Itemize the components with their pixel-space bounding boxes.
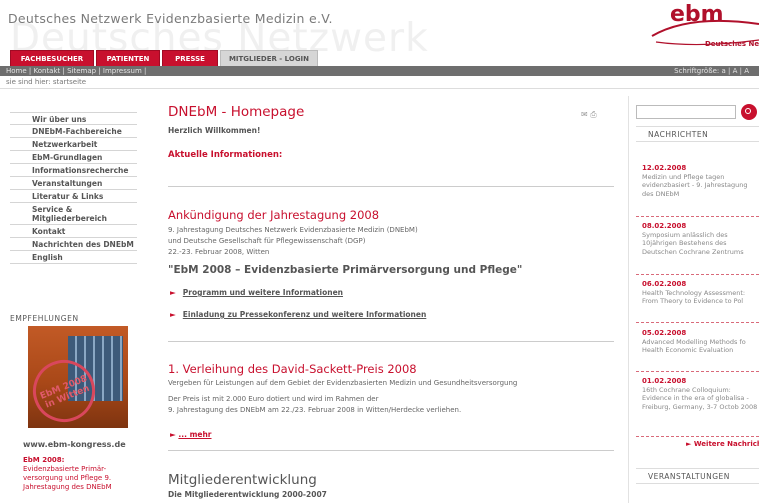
section-divider [168,450,614,451]
jahrestagung-motto: "EbM 2008 – Evidenzbasierte Primärversor… [168,264,523,276]
arrow-right-icon: ► [686,440,692,448]
news-text: 16th Cochrane Colloquium: Evidence in th… [642,385,758,411]
email-icon[interactable]: ✉ [581,110,588,119]
sidebar-item-recherche[interactable]: Informationsrecherche [10,164,137,177]
print-icon[interactable]: ⎙ [590,110,596,119]
pressekonferenz-link-label: Einladung zu Pressekonferenz und weitere… [182,310,427,319]
search-input[interactable] [636,105,736,119]
mehr-link[interactable]: ► ... mehr [170,430,212,439]
tab-patienten[interactable]: PATIENTEN [96,50,160,66]
mehr-link-label: ... mehr [178,430,212,439]
news-text: Medizin und Pflege tagen evidenzbasiert … [642,172,748,198]
news-item[interactable]: 05.02.2008 Advanced Modelling Methods fo… [642,329,759,355]
mitglieder-subheading: Die Mitgliederentwicklung 2000-2007 [168,490,327,499]
congress-banner-image[interactable]: EbM 2008 in Witten [28,326,128,428]
news-text: Advanced Modelling Methods fo Health Eco… [642,337,746,355]
congress-description[interactable]: Evidenzbasierte Primär-versorgung und Pf… [23,465,133,492]
sidebar-item-nachrichten[interactable]: Nachrichten des DNEbM [10,238,137,251]
news-item[interactable]: 08.02.2008 Symposium anlässlich des 10jä… [642,222,759,256]
news-date: 12.02.2008 [642,164,687,172]
sidebar-item-veranstaltungen[interactable]: Veranstaltungen [10,177,137,190]
jahrestagung-line1: 9. Jahrestagung Deutsches Netzwerk Evide… [168,226,418,234]
logo-subtitle: Deutsches Netz [705,40,759,48]
news-item[interactable]: 06.02.2008 Health Technology Assessment:… [642,280,759,306]
section-divider [168,341,614,342]
current-info-heading: Aktuelle Informationen: [168,150,283,160]
news-item[interactable]: 12.02.2008 Medizin und Pflege tagen evid… [642,164,759,198]
sidebar-item-netzwerkarbeit[interactable]: Netzwerkarbeit [10,138,137,151]
news-separator [636,274,759,275]
tab-presse[interactable]: PRESSE [162,50,218,66]
programm-link[interactable]: ► Programm und weitere Informationen [170,288,343,297]
sackett-line1: Vergeben für Leistungen auf dem Gebiet d… [168,379,518,387]
weitere-nachrichten-link[interactable]: ► Weitere Nachrich [686,440,759,448]
nachrichten-heading: NACHRICHTEN [636,126,759,142]
sidebar-item-wir-ueber-uns[interactable]: Wir über uns [10,112,137,125]
sackett-heading[interactable]: 1. Verleihung des David-Sackett-Preis 20… [168,362,417,376]
congress-link[interactable]: www.ebm-kongress.de [23,440,126,449]
news-text: Symposium anlässlich des 10jährigen Best… [642,230,744,256]
font-size-switcher[interactable]: Schriftgröße: a | A | A [674,66,749,76]
jahrestagung-line3: 22.-23. Februar 2008, Witten [168,248,270,256]
news-text: Health Technology Assessment: From Theor… [642,288,746,306]
arrow-right-icon: ► [170,430,176,439]
programm-link-label: Programm und weitere Informationen [182,288,344,297]
news-date: 08.02.2008 [642,222,687,230]
audience-tabs: FACHBESUCHER PATIENTEN PRESSE MITGLIEDER… [10,50,320,66]
veranstaltungen-heading: VERANSTALTUNGEN [636,468,759,484]
mitglieder-heading: Mitgliederentwicklung [168,472,317,488]
news-separator [636,216,759,217]
empfehlungen-heading: EMPFEHLUNGEN [10,314,79,323]
logo-text: ebm [670,2,724,27]
news-date: 06.02.2008 [642,280,687,288]
sidebar-nav: Wir über uns DNEbM-Fachbereiche Netzwerk… [10,112,137,264]
sidebar-item-fachbereiche[interactable]: DNEbM-Fachbereiche [10,125,137,138]
weitere-nachrichten-label: Weitere Nachrich [693,440,759,448]
welcome-text: Herzlich Willkommen! [168,126,261,135]
breadcrumb: sie sind hier: startseite [6,78,87,86]
tab-fachbesucher[interactable]: FACHBESUCHER [10,50,94,66]
arrow-right-icon: ► [170,310,176,319]
congress-title: EbM 2008: [23,456,65,464]
news-separator [636,371,759,372]
news-date: 05.02.2008 [642,329,687,337]
sackett-line2: Der Preis ist mit 2.000 Euro dotiert und… [168,395,379,403]
search-button[interactable] [741,104,757,120]
sidebar-item-grundlagen[interactable]: EbM-Grundlagen [10,151,137,164]
column-separator [628,96,629,503]
site-title: Deutsches Netzwerk Evidenzbasierte Mediz… [8,11,333,26]
utility-bar: Home | Kontakt | Sitemap | Impressum | S… [0,66,759,76]
stamp-text: EbM 2008 in Witten [38,373,92,411]
jahrestagung-heading[interactable]: Ankündigung der Jahrestagung 2008 [168,208,379,222]
sackett-line3: 9. Jahrestagung des DNEbM am 22./23. Feb… [168,406,462,414]
news-separator [636,322,759,323]
sidebar-item-english[interactable]: English [10,251,137,264]
news-date: 01.02.2008 [642,377,687,385]
ebm-logo[interactable]: ebm Deutsches Netz [650,2,759,52]
sidebar-item-literatur[interactable]: Literatur & Links [10,190,137,203]
jahrestagung-line2: und Deutsche Gesellschaft für Pflegewiss… [168,237,366,245]
page-title: DNEbM - Homepage [168,104,305,120]
header-divider [0,88,759,89]
page-tools: ✉ ⎙ [581,110,597,120]
sidebar-item-service[interactable]: Service & Mitgliederbereich [10,203,137,225]
news-separator [636,436,759,437]
news-item[interactable]: 01.02.2008 16th Cochrane Colloquium: Evi… [642,377,759,411]
tab-mitglieder-login[interactable]: MITGLIEDER - LOGIN [220,50,318,66]
sidebar-item-kontakt[interactable]: Kontakt [10,225,137,238]
utility-links[interactable]: Home | Kontakt | Sitemap | Impressum | [6,66,146,76]
pressekonferenz-link[interactable]: ► Einladung zu Pressekonferenz und weiter… [170,310,426,319]
section-divider [168,186,614,187]
arrow-right-icon: ► [170,288,176,297]
